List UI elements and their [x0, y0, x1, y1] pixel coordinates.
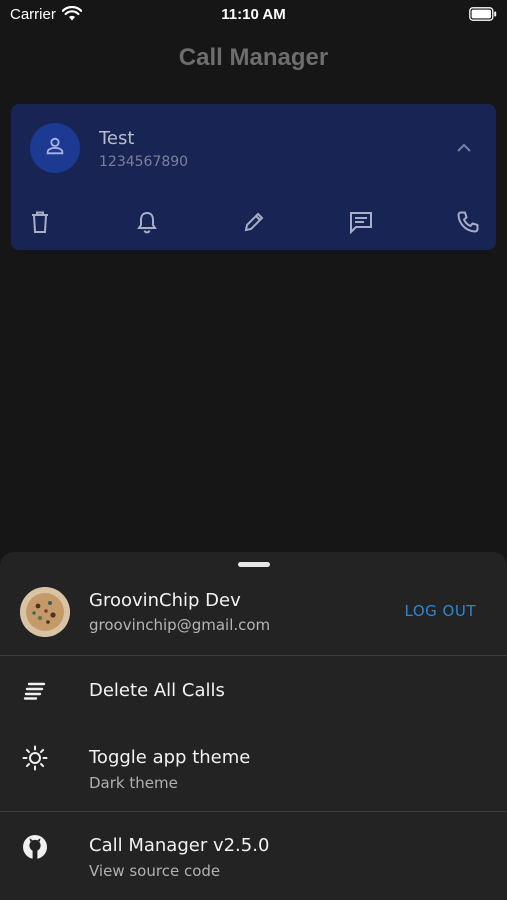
- status-time: 11:10 AM: [221, 6, 286, 23]
- edit-icon[interactable]: [239, 207, 269, 237]
- user-name: GroovinChip Dev: [89, 590, 241, 611]
- menu-item-label: Toggle app theme: [89, 747, 251, 768]
- bell-icon[interactable]: [132, 207, 162, 237]
- battery-icon: [469, 7, 497, 25]
- call-actions: [11, 207, 496, 237]
- bottom-sheet[interactable]: GroovinChip Dev groovinchip@gmail.com LO…: [0, 552, 507, 900]
- menu-item-subtitle: View source code: [89, 862, 221, 880]
- menu-item-label: Delete All Calls: [89, 680, 225, 701]
- sort-lines-icon: [22, 678, 48, 704]
- divider: [0, 811, 507, 812]
- github-icon: [22, 834, 48, 860]
- menu-item-subtitle: Dark theme: [89, 774, 178, 792]
- status-bar: Carrier 11:10 AM: [0, 0, 507, 30]
- call-contact-name: Test: [99, 128, 135, 149]
- drag-handle[interactable]: [238, 562, 270, 567]
- logout-button[interactable]: LOG OUT: [405, 602, 476, 620]
- page-title: Call Manager: [178, 44, 329, 71]
- phone-icon[interactable]: [453, 207, 483, 237]
- user-email: groovinchip@gmail.com: [89, 616, 271, 634]
- menu-item-label: Call Manager v2.5.0: [89, 835, 270, 856]
- message-icon[interactable]: [346, 207, 376, 237]
- divider: [0, 655, 507, 656]
- sun-icon: [22, 745, 48, 771]
- chevron-up-icon[interactable]: [456, 138, 472, 157]
- call-card[interactable]: Test 1234567890: [11, 104, 496, 250]
- contact-avatar: [30, 123, 80, 173]
- person-icon: [44, 135, 66, 161]
- delete-icon[interactable]: [25, 207, 55, 237]
- call-phone-number: 1234567890: [99, 154, 189, 170]
- avatar: [20, 587, 70, 637]
